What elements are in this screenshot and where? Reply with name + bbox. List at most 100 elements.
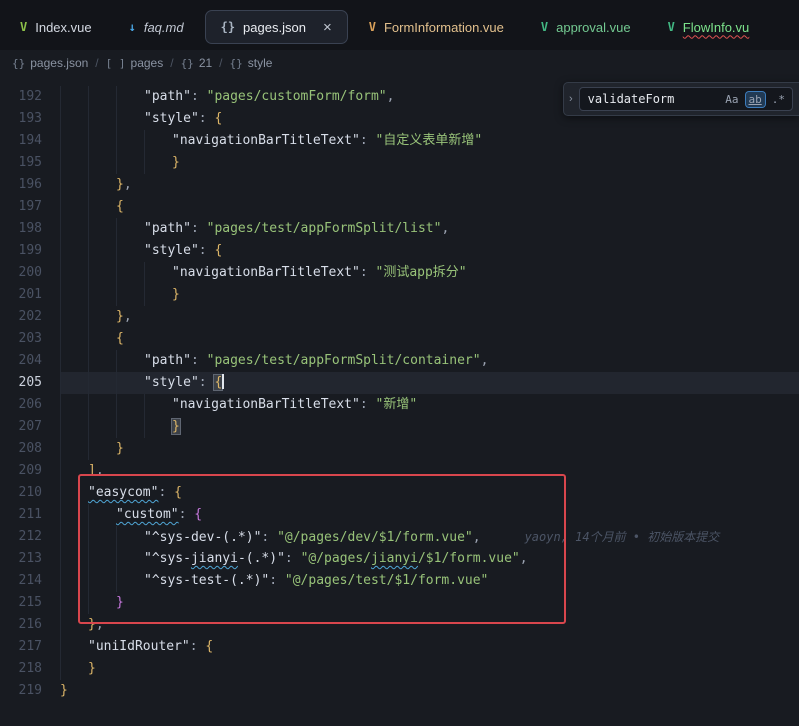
tab-flowinfo-vu[interactable]: VFlowInfo.vu [652,10,766,44]
tab-pages-json[interactable]: {}pages.json× [205,10,348,44]
tab-label: FormInformation.vue [384,20,504,35]
code-line-194[interactable]: 194"navigationBarTitleText": "自定义表单新增" [0,130,799,152]
indent-guide [88,284,116,306]
indent-guide [60,526,88,548]
code-token: "pages/customForm/form" [207,89,387,104]
line-content: { [60,196,799,218]
tab-faq-md[interactable]: ↓faq.md [113,10,200,44]
tab-index-vue[interactable]: VIndex.vue [4,10,108,44]
indent-guide [60,504,88,526]
indent-guide [116,130,144,152]
indent-guide [144,262,172,284]
code-line-195[interactable]: 195} [0,152,799,174]
line-number: 196 [0,174,60,196]
code-token: "path" [144,89,191,104]
indent-guide [88,130,116,152]
tab-approval-vue[interactable]: Vapproval.vue [525,10,647,44]
whole-word-toggle[interactable]: ab [746,92,765,107]
code-line-216[interactable]: 216}, [0,614,799,636]
indent-guide [60,152,88,174]
code-token: jianyi [191,551,238,566]
code-token: } [172,155,180,170]
code-line-215[interactable]: 215} [0,592,799,614]
indent-guide [88,86,116,108]
code-line-197[interactable]: 197{ [0,196,799,218]
code-line-213[interactable]: 213"^sys-jianyi-(.*)": "@/pages/jianyi/$… [0,548,799,570]
code-line-203[interactable]: 203{ [0,328,799,350]
code-line-205[interactable]: 205"style": { [0,372,799,394]
indent-guide [60,328,88,350]
close-tab-icon[interactable]: × [323,20,332,35]
indent-guide [144,152,172,174]
indent-guide [116,240,144,262]
code-line-199[interactable]: 199"style": { [0,240,799,262]
regex-toggle[interactable]: .* [769,92,788,107]
breadcrumb-item-pages-json[interactable]: {}pages.json [12,56,88,70]
code-line-212[interactable]: 212"^sys-dev-(.*)": "@/pages/dev/$1/form… [0,526,799,548]
code-token: "测试app拆分" [376,265,467,280]
symbol-object-icon: {} [181,57,194,70]
code-line-200[interactable]: 200"navigationBarTitleText": "测试app拆分" [0,262,799,284]
symbol-object-icon: {} [230,57,243,70]
code-token: : [179,507,195,522]
indent-guide [116,394,144,416]
vue-file-icon: V [20,20,27,34]
breadcrumb-item-pages[interactable]: [ ]pages [106,56,164,70]
line-content: "style": { [60,240,799,262]
indent-guide [88,438,116,460]
chevron-right-icon[interactable]: › [569,93,573,105]
code-line-217[interactable]: 217"uniIdRouter": { [0,636,799,658]
code-line-196[interactable]: 196}, [0,174,799,196]
line-content: }, [60,614,799,636]
line-number: 204 [0,350,60,372]
breadcrumb-item-21[interactable]: {}21 [181,56,213,70]
code-line-219[interactable]: 219} [0,680,799,702]
indent-guide [88,526,116,548]
code-line-208[interactable]: 208} [0,438,799,460]
tab-label: pages.json [243,20,306,35]
tab-forminformation-vue[interactable]: VFormInformation.vue [353,10,520,44]
indent-guide [60,196,88,218]
code-token: , [481,353,489,368]
indent-guide [60,636,88,658]
indent-guide [116,526,144,548]
line-number: 195 [0,152,60,174]
code-line-206[interactable]: 206"navigationBarTitleText": "新增" [0,394,799,416]
find-input[interactable]: validateForm Aaab.* [579,87,793,111]
code-line-210[interactable]: 210"easycom": { [0,482,799,504]
breadcrumb-item-style[interactable]: {}style [230,56,273,70]
code-line-211[interactable]: 211"custom": { [0,504,799,526]
code-token: } [88,661,96,676]
code-token: jianyi [371,551,418,566]
code-line-209[interactable]: 209], [0,460,799,482]
indent-guide [60,438,88,460]
code-line-218[interactable]: 218} [0,658,799,680]
code-token: "navigationBarTitleText" [172,265,360,280]
code-token: } [116,177,124,192]
code-line-198[interactable]: 198"path": "pages/test/appFormSplit/list… [0,218,799,240]
code-token: } [88,617,96,632]
code-line-214[interactable]: 214"^sys-test-(.*)": "@/pages/test/$1/fo… [0,570,799,592]
code-token: "style" [144,111,199,126]
code-token: : [360,397,376,412]
code-token: : [191,89,207,104]
code-line-207[interactable]: 207} [0,416,799,438]
line-content: "^sys-dev-(.*)": "@/pages/dev/$1/form.vu… [60,526,799,548]
code-token: , [441,221,449,236]
code-token: } [172,287,180,302]
breadcrumb-separator: / [170,56,173,70]
line-number: 217 [0,636,60,658]
code-token: "path" [144,353,191,368]
find-widget: › validateForm Aaab.* [563,82,799,116]
code-line-204[interactable]: 204"path": "pages/test/appFormSplit/cont… [0,350,799,372]
code-area[interactable]: 192"path": "pages/customForm/form",193"s… [0,76,799,702]
code-token: { [214,243,222,258]
code-token: : [158,485,174,500]
code-line-202[interactable]: 202}, [0,306,799,328]
code-token: "自定义表单新增" [376,133,483,148]
code-token: "@/pages/test/$1/form.vue" [285,573,489,588]
code-line-201[interactable]: 201} [0,284,799,306]
indent-guide [60,394,88,416]
match-case-toggle[interactable]: Aa [722,92,741,107]
indent-guide [60,306,88,328]
